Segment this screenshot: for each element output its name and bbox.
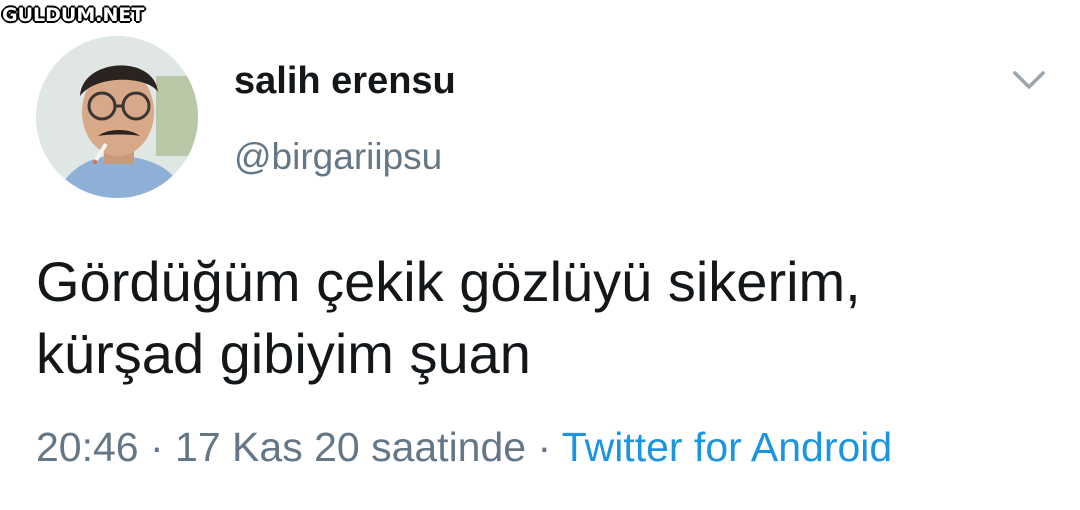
avatar-photo (36, 36, 198, 198)
tweet-text: Gördüğüm çekik gözlüyü sikerim, kürşad g… (36, 246, 1056, 390)
tweet-date[interactable]: 17 Kas 20 saatinde (175, 424, 526, 470)
watermark-logo: GULDUM.NET (2, 4, 145, 26)
tweet-source-link[interactable]: Twitter for Android (562, 424, 892, 470)
meta-separator: · (526, 424, 562, 470)
user-handle[interactable]: @birgariipsu (234, 136, 442, 178)
tweet-time[interactable]: 20:46 (36, 424, 139, 470)
more-options-button[interactable] (1006, 60, 1052, 100)
tweet-meta: 20:46 · 17 Kas 20 saatinde · Twitter for… (36, 424, 892, 471)
chevron-down-icon (1013, 71, 1045, 89)
tweet-text-line: kürşad gibiyim şuan (36, 322, 531, 385)
display-name[interactable]: salih erensu (234, 60, 456, 103)
avatar[interactable] (36, 36, 198, 198)
meta-separator: · (138, 424, 176, 470)
tweet-text-line: Gördüğüm çekik gözlüyü sikerim, (36, 250, 861, 313)
